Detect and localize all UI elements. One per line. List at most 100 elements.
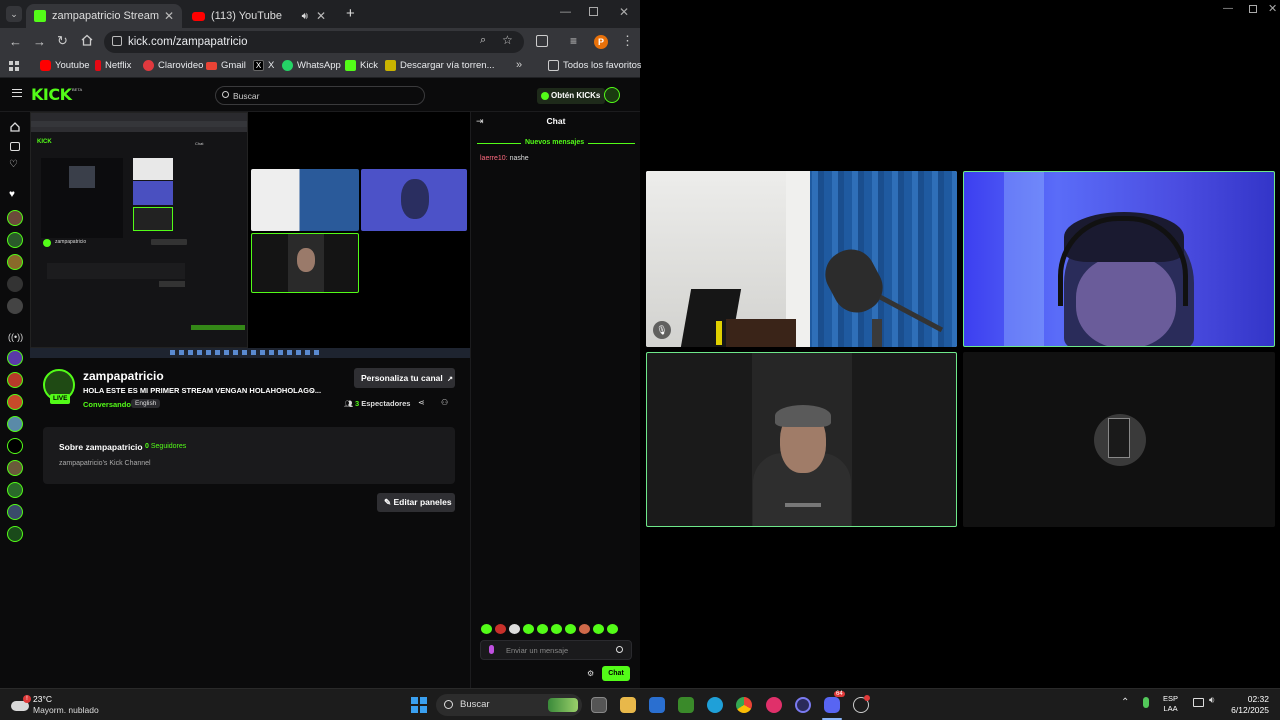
emote[interactable] bbox=[579, 624, 590, 634]
chevron-up-icon[interactable]: ⌃ bbox=[1121, 697, 1129, 708]
emote[interactable] bbox=[509, 624, 520, 634]
discord-icon[interactable]: 64 bbox=[824, 691, 845, 713]
address-bar[interactable]: kick.com/zampapatricio ⌕ ☆ bbox=[104, 31, 524, 53]
emote[interactable] bbox=[565, 624, 576, 634]
apps-grid-icon[interactable] bbox=[9, 61, 19, 71]
speaker-icon[interactable]: 🔊︎ bbox=[302, 11, 308, 22]
back-arrow-icon[interactable]: ← bbox=[9, 34, 22, 49]
clock-app-icon[interactable] bbox=[853, 695, 870, 713]
channel-name[interactable]: zampapatricio bbox=[83, 369, 164, 383]
add-friend-icon[interactable]: ⚇ bbox=[441, 398, 448, 407]
windows-start-icon[interactable] bbox=[411, 697, 427, 713]
taskbar-search-input[interactable]: Buscar bbox=[436, 694, 582, 716]
emote[interactable] bbox=[607, 624, 618, 634]
edit-panels-button[interactable]: ✎ Editar paneles bbox=[377, 493, 455, 512]
kick-search-input[interactable]: Buscar bbox=[215, 86, 425, 105]
more-bookmarks-chevron-icon[interactable]: » bbox=[516, 59, 522, 71]
recommended-channel-avatar[interactable] bbox=[7, 438, 23, 454]
participant-tile-headphones[interactable] bbox=[963, 171, 1275, 347]
followed-channel-avatar[interactable] bbox=[7, 232, 23, 248]
followed-channel-avatar[interactable] bbox=[7, 298, 23, 314]
settings-gear-icon[interactable]: ⚙ bbox=[587, 669, 594, 678]
input-language[interactable]: ESP LAA bbox=[1163, 694, 1178, 714]
task-view-icon[interactable] bbox=[591, 697, 607, 713]
microsoft-store-icon[interactable] bbox=[649, 697, 665, 713]
user-avatar[interactable] bbox=[604, 87, 620, 103]
bookmark-kick[interactable]: Kick bbox=[345, 60, 378, 71]
minecraft-icon[interactable] bbox=[678, 697, 694, 713]
share-icon[interactable]: ⋖ bbox=[418, 398, 425, 407]
emote[interactable] bbox=[481, 624, 492, 634]
following-heart-icon[interactable]: ♡ bbox=[9, 159, 18, 170]
zoom-icon[interactable]: ⌕ bbox=[480, 34, 486, 47]
edge-icon[interactable] bbox=[707, 697, 723, 713]
chat-input[interactable]: Enviar un mensaje bbox=[480, 640, 632, 660]
chrome-icon[interactable] bbox=[736, 697, 752, 713]
emote[interactable] bbox=[551, 624, 562, 634]
media-player-icon[interactable] bbox=[766, 697, 782, 713]
menu-kebab-icon[interactable]: ⋮ bbox=[621, 33, 634, 49]
extensions-icon[interactable] bbox=[536, 35, 548, 47]
emote[interactable] bbox=[537, 624, 548, 634]
tab-kick[interactable]: zampapatricio Stream - Watch L ✕ bbox=[26, 4, 182, 28]
recommended-channel-avatar[interactable] bbox=[7, 526, 23, 542]
recommended-channel-avatar[interactable] bbox=[7, 460, 23, 476]
all-favorites[interactable]: Todos los favoritos bbox=[548, 60, 642, 71]
tab-youtube[interactable]: (113) YouTube 🔊︎ ✕ bbox=[184, 4, 334, 28]
clock[interactable]: 02:32 6/12/2025 bbox=[1229, 694, 1269, 716]
followed-channel-avatar[interactable] bbox=[7, 254, 23, 270]
maximize-icon[interactable] bbox=[1249, 5, 1257, 13]
recommended-channel-avatar[interactable] bbox=[7, 504, 23, 520]
forward-arrow-icon[interactable]: → bbox=[33, 34, 46, 49]
bookmark-gmail[interactable]: Gmail bbox=[206, 60, 246, 71]
maximize-icon[interactable] bbox=[589, 7, 598, 16]
home-icon[interactable] bbox=[10, 122, 20, 132]
new-tab-plus-icon[interactable]: + bbox=[346, 5, 355, 22]
minimize-icon[interactable]: — bbox=[1223, 3, 1233, 14]
bookmark-whatsapp[interactable]: WhatsApp bbox=[282, 60, 341, 71]
bookmark-torrent[interactable]: Descargar vía torren... bbox=[385, 60, 495, 71]
participant-tile-speaking[interactable] bbox=[646, 352, 957, 527]
emote[interactable] bbox=[523, 624, 534, 634]
emote[interactable] bbox=[495, 624, 506, 634]
bookmark-clarovideo[interactable]: Clarovideo bbox=[143, 60, 203, 71]
reload-icon[interactable]: ↻ bbox=[57, 33, 68, 49]
close-tab-icon[interactable]: ✕ bbox=[316, 9, 326, 23]
followed-channel-avatar[interactable] bbox=[7, 210, 23, 226]
close-window-icon[interactable]: ✕ bbox=[1268, 2, 1277, 15]
obs-icon[interactable] bbox=[795, 697, 811, 713]
close-window-icon[interactable]: ✕ bbox=[619, 5, 629, 19]
language-tag[interactable]: English bbox=[131, 399, 161, 408]
tab-search-button[interactable]: ⌄ bbox=[6, 6, 22, 22]
chat-username[interactable]: laerre10 bbox=[480, 155, 506, 162]
site-info-icon[interactable] bbox=[112, 36, 122, 46]
send-chat-button[interactable]: Chat bbox=[602, 666, 630, 681]
recommended-channel-avatar[interactable] bbox=[7, 416, 23, 432]
video-player[interactable]: KICK zampapatricio Chat bbox=[30, 112, 470, 358]
file-explorer-icon[interactable] bbox=[620, 697, 636, 713]
recommended-channel-avatar[interactable] bbox=[7, 350, 23, 366]
minimize-icon[interactable]: — bbox=[560, 6, 571, 18]
bookmark-netflix[interactable]: Netflix bbox=[95, 60, 131, 71]
recommended-channel-avatar[interactable] bbox=[7, 394, 23, 410]
profile-avatar[interactable]: P bbox=[594, 35, 608, 49]
bookmark-star-icon[interactable]: ☆ bbox=[502, 33, 513, 47]
emote[interactable] bbox=[593, 624, 604, 634]
category-link[interactable]: Conversando bbox=[83, 400, 131, 409]
microphone-in-use-icon[interactable] bbox=[1143, 697, 1149, 708]
chevron-down-icon[interactable]: ⌄ bbox=[309, 384, 317, 395]
emoji-icon[interactable] bbox=[616, 646, 623, 653]
media-control-icon[interactable]: ≡ bbox=[570, 34, 577, 48]
participant-tile-camera-off[interactable] bbox=[963, 352, 1275, 527]
participant-tile-room[interactable]: 🎙︎ bbox=[646, 171, 957, 347]
weather-cloud-icon[interactable]: ! bbox=[11, 695, 31, 713]
hamburger-menu-icon[interactable] bbox=[12, 89, 22, 97]
recommended-channel-avatar[interactable] bbox=[7, 372, 23, 388]
home-icon[interactable] bbox=[81, 34, 93, 46]
customize-channel-button[interactable]: Personaliza tu canal ↗ bbox=[354, 368, 455, 388]
kick-logo[interactable]: KICK bbox=[31, 85, 72, 104]
weather-desc[interactable]: Mayorm. nublado bbox=[33, 705, 99, 715]
followed-channel-avatar[interactable] bbox=[7, 276, 23, 292]
bookmark-youtube[interactable]: Youtube bbox=[40, 60, 90, 71]
weather-temp[interactable]: 23°C bbox=[33, 694, 52, 704]
